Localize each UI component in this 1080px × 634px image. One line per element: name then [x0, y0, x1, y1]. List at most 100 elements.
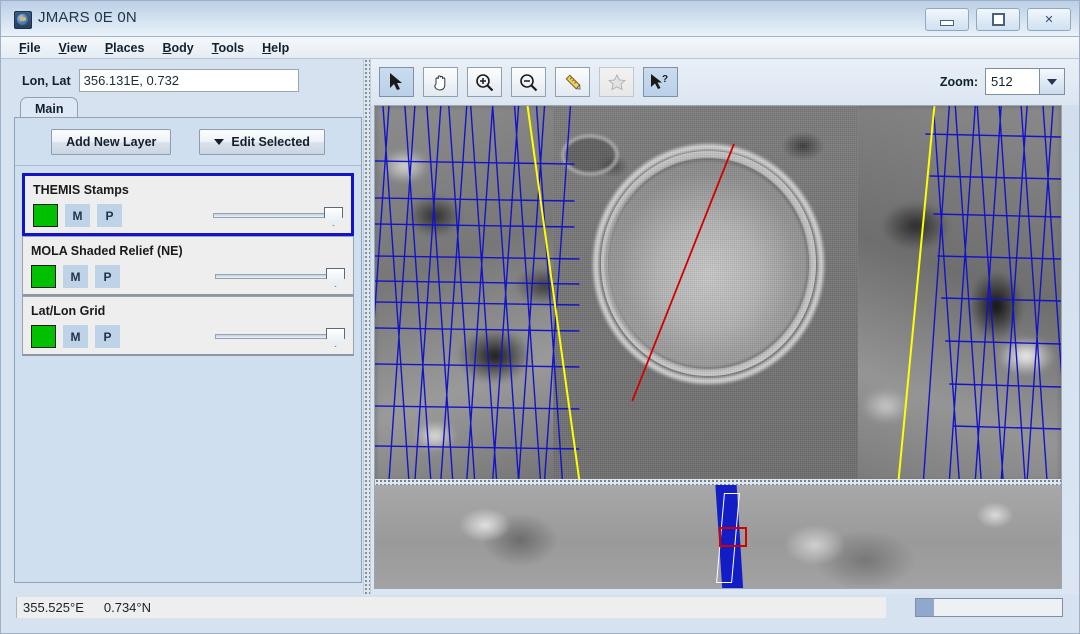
arrow-cursor-icon [390, 73, 402, 90]
cursor-question-icon: ? [650, 74, 668, 89]
pencil-ruler-icon [565, 74, 581, 90]
minimize-button[interactable] [925, 8, 969, 31]
layer-color-swatch[interactable] [31, 265, 56, 288]
layer-controls: M P [31, 325, 120, 348]
tab-main[interactable]: Main [20, 97, 79, 119]
layer-row-latlon-grid[interactable]: Lat/Lon Grid M P [22, 296, 354, 356]
edit-selected-label: Edit Selected [231, 134, 310, 149]
stamp-outline-overlay [375, 106, 1061, 481]
context-viewbox-indicator [719, 527, 747, 547]
investigate-tool[interactable]: ? [643, 67, 678, 97]
select-arrow-tool[interactable] [379, 67, 414, 97]
layer-color-swatch[interactable] [33, 204, 58, 227]
coordinate-readout: 355.525°E 0.734°N [16, 597, 886, 618]
layer-opacity-slider[interactable] [213, 207, 343, 226]
layer-map-button[interactable]: M [63, 325, 88, 348]
pan-hand-tool[interactable] [423, 67, 458, 97]
menu-view-rest: iew [66, 40, 87, 55]
map-toolbar: ? Zoom: 512 [371, 59, 1080, 105]
chevron-down-icon [214, 138, 225, 145]
layer-name: MOLA Shaded Relief (NE) [31, 244, 183, 258]
menu-places[interactable]: Places [96, 39, 154, 57]
menu-body[interactable]: Body [153, 39, 202, 57]
status-bar: 355.525°E 0.734°N [0, 594, 1080, 634]
add-new-layer-label: Add New Layer [66, 134, 157, 149]
left-panel: Lon, Lat Main Add New Layer Edit Selecte… [0, 59, 363, 594]
lonlat-label: Lon, Lat [22, 73, 71, 88]
magnifier-plus-icon [476, 73, 494, 91]
layer-controls: M P [31, 265, 120, 288]
layer-opacity-slider[interactable] [215, 268, 345, 287]
context-map-view[interactable] [375, 485, 1061, 588]
status-longitude: 355.525°E [23, 600, 84, 615]
menu-help-rest: elp [271, 40, 290, 55]
maximize-button[interactable] [976, 8, 1020, 31]
svg-text:?: ? [662, 74, 668, 85]
map-viewport[interactable] [374, 105, 1062, 589]
slider-thumb[interactable] [326, 328, 345, 347]
zoom-combobox[interactable]: 512 [985, 68, 1065, 95]
menu-body-rest: ody [171, 40, 194, 55]
shape-tool [599, 67, 634, 97]
measurement-line [631, 143, 735, 402]
zoom-value: 512 [986, 69, 1039, 94]
layer-buttons-bar: Add New Layer Edit Selected [15, 118, 361, 166]
layer-panner-button[interactable]: P [97, 204, 122, 227]
layer-name: THEMIS Stamps [33, 183, 129, 197]
edit-selected-button[interactable]: Edit Selected [199, 128, 325, 155]
layer-map-button[interactable]: M [65, 204, 90, 227]
layer-row-themis-stamps[interactable]: THEMIS Stamps M P [22, 173, 354, 236]
split-pane-divider[interactable] [363, 59, 371, 594]
tab-strip: Main [14, 97, 363, 119]
layer-row-mola-shaded-relief[interactable]: MOLA Shaded Relief (NE) M P [22, 236, 354, 296]
close-button[interactable]: ✕ [1027, 8, 1071, 31]
measure-ruler-tool[interactable] [555, 67, 590, 97]
status-latitude: 0.734°N [103, 600, 151, 615]
menu-file[interactable]: File [10, 39, 50, 57]
layer-list: THEMIS Stamps M P MOLA Shaded Relief (NE… [22, 173, 354, 356]
mosaic-boundary-lines [526, 106, 936, 481]
hand-icon [433, 75, 445, 91]
themis-stamp-outlines [375, 106, 1061, 481]
slider-thumb[interactable] [326, 268, 345, 287]
progress-bar-fill [916, 599, 934, 616]
menu-help[interactable]: Help [253, 39, 298, 57]
zoom-out-tool[interactable] [511, 67, 546, 97]
window-controls: ✕ [925, 8, 1071, 31]
star-shape-icon [607, 73, 626, 91]
map-pane: ? Zoom: 512 [371, 59, 1080, 594]
zoom-control: Zoom: 512 [940, 68, 1065, 95]
main-tab-panel: Add New Layer Edit Selected THEMIS Stamp… [14, 117, 362, 583]
window-title: JMARS 0E 0N [38, 9, 137, 26]
slider-track [215, 274, 333, 279]
menu-file-rest: ile [26, 40, 41, 55]
globe-icon [14, 11, 32, 29]
slider-thumb[interactable] [324, 207, 343, 226]
layer-name: Lat/Lon Grid [31, 304, 106, 318]
chevron-down-icon[interactable] [1039, 69, 1064, 94]
main-map-view[interactable] [375, 106, 1061, 481]
progress-bar [915, 598, 1063, 617]
magnifier-minus-icon [520, 73, 538, 91]
layer-panner-button[interactable]: P [95, 265, 120, 288]
close-icon: ✕ [1044, 14, 1054, 26]
menu-places-rest: laces [113, 40, 145, 55]
tool-group: ? [379, 67, 678, 97]
lonlat-input[interactable] [78, 69, 299, 92]
menu-bar: File View Places Body Tools Help [0, 37, 1080, 59]
layer-panner-button[interactable]: P [95, 325, 120, 348]
layer-opacity-slider[interactable] [215, 328, 345, 347]
menu-tools[interactable]: Tools [203, 39, 253, 57]
slider-track [213, 213, 331, 218]
layer-controls: M P [33, 204, 122, 227]
zoom-label: Zoom: [939, 74, 978, 89]
add-new-layer-button[interactable]: Add New Layer [51, 128, 172, 155]
jmars-application-window: JMARS 0E 0N ✕ File View Places Body Tool… [0, 0, 1080, 634]
title-bar: JMARS 0E 0N ✕ [0, 0, 1080, 37]
layer-color-swatch[interactable] [31, 325, 56, 348]
slider-track [215, 334, 333, 339]
lonlat-row: Lon, Lat [22, 69, 299, 92]
menu-view[interactable]: View [50, 39, 96, 57]
zoom-in-tool[interactable] [467, 67, 502, 97]
layer-map-button[interactable]: M [63, 265, 88, 288]
